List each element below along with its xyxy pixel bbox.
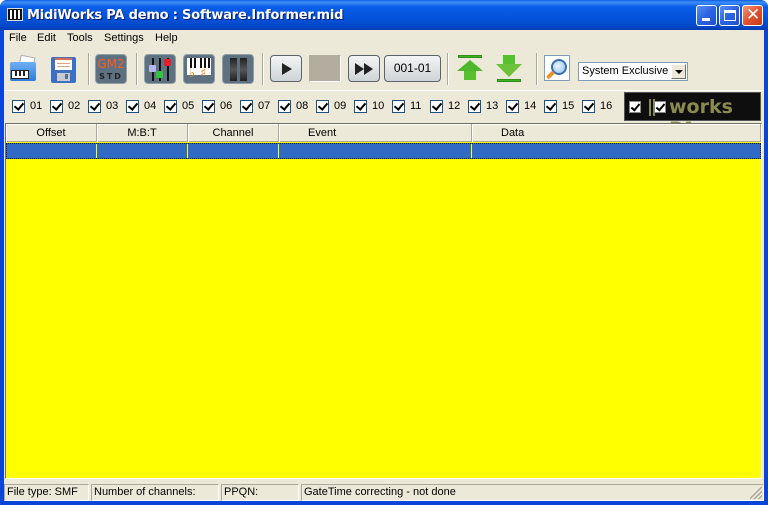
- menu-bar: File Edit Tools Settings Help: [4, 30, 764, 48]
- maximize-icon: [724, 10, 736, 21]
- cell-event: [279, 144, 472, 158]
- logo-checkbox-icon: [654, 101, 666, 113]
- cell-data: [472, 144, 760, 158]
- status-bar: File type: SMF Number of channels: PPQN:…: [4, 483, 764, 501]
- slots-button[interactable]: [222, 54, 254, 84]
- toolbar: GM2 STD ♭ ♯ 001-01 System Exclusive: [4, 50, 764, 88]
- checkbox[interactable]: [126, 100, 139, 113]
- checkbox[interactable]: [544, 100, 557, 113]
- cell-mbt: [97, 144, 188, 158]
- status-gatetime: GateTime correcting - not done: [301, 484, 764, 501]
- event-list[interactable]: Offset M:B:T Channel Event Data: [5, 123, 762, 479]
- checkbox[interactable]: [202, 100, 215, 113]
- menu-settings[interactable]: Settings: [104, 32, 144, 44]
- title-bar[interactable]: MidiWorks PA demo : Software.Informer.mi…: [0, 0, 768, 30]
- piano-button[interactable]: ♭ ♯: [183, 54, 215, 84]
- table-row-selected[interactable]: [6, 143, 761, 159]
- minimize-button[interactable]: [696, 5, 717, 26]
- checkbox[interactable]: [50, 100, 63, 113]
- maximize-button[interactable]: [719, 5, 740, 26]
- flat-icon: ♭: [189, 66, 196, 81]
- keyboard-icon: [11, 70, 29, 79]
- gm2-std-button[interactable]: GM2 STD: [95, 54, 127, 84]
- midiworks-logo: works PA: [624, 92, 761, 140]
- sharp-icon: ♯: [200, 66, 207, 81]
- checkbox[interactable]: [582, 100, 595, 113]
- fader-knob: [156, 71, 163, 78]
- fader-knob: [164, 59, 171, 66]
- toolbar-separator: [88, 53, 90, 85]
- play-button[interactable]: [270, 55, 302, 82]
- find-button[interactable]: [544, 55, 570, 81]
- column-header-channel[interactable]: Channel: [188, 124, 279, 142]
- app-piano-icon[interactable]: [7, 8, 23, 21]
- checkbox[interactable]: [506, 100, 519, 113]
- dropdown-button[interactable]: [671, 64, 686, 79]
- chevron-down-icon: [675, 70, 683, 74]
- column-header-mbt[interactable]: M:B:T: [97, 124, 188, 142]
- app-window: MidiWorks PA demo : Software.Informer.mi…: [0, 0, 768, 505]
- window-title: MidiWorks PA demo : Software.Informer.mi…: [27, 8, 344, 23]
- event-filter-value: System Exclusive: [582, 65, 669, 77]
- client-area: File Edit Tools Settings Help GM2 STD ♭ …: [4, 30, 764, 501]
- move-up-button[interactable]: [457, 55, 483, 83]
- checkbox[interactable]: [392, 100, 405, 113]
- column-header-data[interactable]: Data: [472, 124, 761, 142]
- minimize-icon: [702, 18, 710, 21]
- event-list-header: Offset M:B:T Channel Event Data: [6, 124, 761, 142]
- toolbar-separator: [136, 53, 138, 85]
- menu-help[interactable]: Help: [155, 32, 178, 44]
- arrow-down-icon: [496, 64, 522, 77]
- status-ppqn: PPQN:: [221, 484, 299, 501]
- cell-offset: [7, 144, 97, 158]
- status-channel-count: Number of channels:: [91, 484, 219, 501]
- column-header-event[interactable]: Event: [279, 124, 472, 142]
- cell-channel: [188, 144, 279, 158]
- checkbox[interactable]: [278, 100, 291, 113]
- checkbox[interactable]: [240, 100, 253, 113]
- status-file-type: File type: SMF: [4, 484, 89, 501]
- event-filter-select[interactable]: System Exclusive: [578, 62, 688, 81]
- checkbox[interactable]: [354, 100, 367, 113]
- checkbox[interactable]: [88, 100, 101, 113]
- gm2-label: GM2: [97, 57, 125, 71]
- resize-grip[interactable]: [750, 487, 762, 499]
- checkbox[interactable]: [430, 100, 443, 113]
- toolbar-separator: [447, 53, 449, 85]
- mixer-button[interactable]: [144, 54, 176, 84]
- fast-forward-icon: [355, 63, 364, 75]
- open-midi-button[interactable]: [7, 54, 39, 84]
- checkbox[interactable]: [12, 100, 25, 113]
- column-header-offset[interactable]: Offset: [6, 124, 97, 142]
- menu-tools[interactable]: Tools: [67, 32, 93, 44]
- fader-knob: [149, 65, 156, 72]
- logo-checkbox-icon: [629, 101, 641, 113]
- position-button[interactable]: 001-01: [384, 55, 441, 82]
- move-down-button[interactable]: [496, 55, 522, 83]
- menu-file[interactable]: File: [9, 32, 27, 44]
- checkbox[interactable]: [316, 100, 329, 113]
- toolbar-separator: [262, 53, 264, 85]
- menu-edit[interactable]: Edit: [37, 32, 56, 44]
- std-label: STD: [99, 72, 123, 81]
- arrow-up-icon: [457, 60, 483, 71]
- checkbox[interactable]: [164, 100, 177, 113]
- checkbox[interactable]: [468, 100, 481, 113]
- close-icon: ✕: [746, 5, 761, 25]
- stop-button[interactable]: [309, 55, 341, 82]
- save-button[interactable]: [47, 54, 79, 84]
- play-icon: [282, 63, 292, 75]
- toolbar-separator: [536, 53, 538, 85]
- close-button[interactable]: ✕: [742, 5, 763, 26]
- fast-forward-button[interactable]: [348, 55, 380, 82]
